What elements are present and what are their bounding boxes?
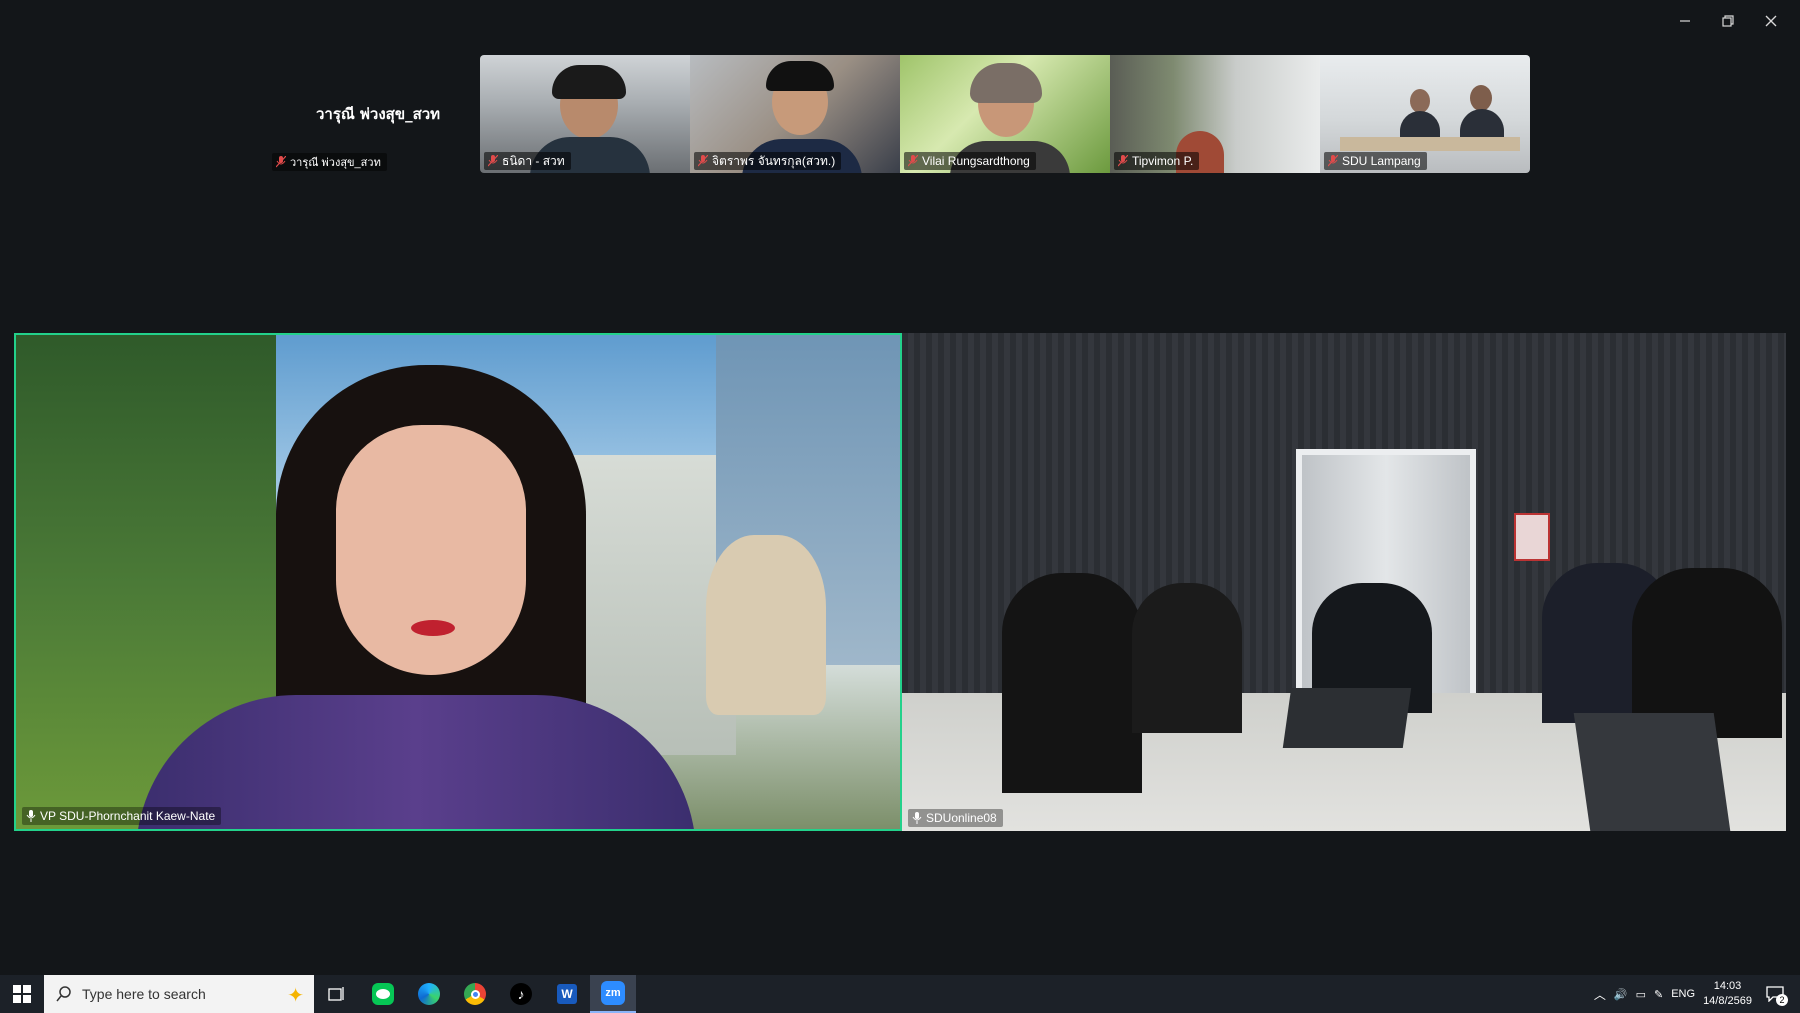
language-indicator[interactable]: ENG [1671, 988, 1695, 1000]
tiktok-icon: ♪ [510, 983, 532, 1005]
laptop [1573, 713, 1731, 831]
participant-tile[interactable]: ธนิดา - สวท [480, 55, 690, 173]
line-icon [372, 983, 394, 1005]
edge-icon [418, 983, 440, 1005]
windows-logo-icon [13, 985, 31, 1003]
window-controls [1663, 8, 1792, 34]
participant-name-tag: Vilai Rungsardthong [904, 152, 1036, 170]
mic-muted-icon [1328, 155, 1338, 167]
notification-badge: 2 [1776, 994, 1788, 1006]
participant-name: จิตราพร จันทรกุล(สวท.) [712, 153, 836, 168]
speaker-lips [411, 620, 455, 636]
active-speaker-video[interactable]: VP SDU-Phornchanit Kaew-Nate [14, 333, 902, 831]
background-fountain [706, 535, 826, 715]
participant-name: Vilai Rungsardthong [922, 154, 1030, 168]
participant-hair [552, 65, 626, 99]
speaker-name: VP SDU-Phornchanit Kaew-Nate [40, 809, 216, 823]
close-icon [1765, 15, 1776, 27]
participant-tile[interactable]: จิตราพร จันทรกุล(สวท.) [690, 55, 900, 173]
line-app-button[interactable] [360, 975, 406, 1013]
meeting-room-video[interactable]: SDUonline08 [902, 333, 1786, 831]
zoom-meeting-window: วารุณี พ่วงสุข_สวท วารุณี พ่วงสุข_สวท ธน… [0, 0, 1800, 975]
volume-icon[interactable]: 🔊 [1614, 988, 1628, 1001]
network-icon[interactable]: ▭ [1636, 988, 1646, 1001]
clock[interactable]: 14:03 14/8/2569 [1703, 979, 1752, 1009]
room-name: SDUonline08 [926, 811, 997, 825]
start-button[interactable] [0, 975, 44, 1013]
mic-icon [912, 812, 922, 824]
minimize-icon [1679, 20, 1690, 22]
laptop [1282, 688, 1412, 748]
participant-name: SDU Lampang [1342, 154, 1421, 168]
sparkle-icon: ✦ [287, 985, 304, 1007]
clock-time: 14:03 [1713, 980, 1742, 992]
speaker-face [336, 425, 526, 675]
zoom-app-button[interactable]: zm [590, 975, 636, 1013]
taskbar-search-box[interactable]: Type here to search ✦ [44, 975, 314, 1013]
notification-center-button[interactable]: 2 [1760, 986, 1790, 1006]
restore-icon [1721, 15, 1734, 27]
minimize-button[interactable] [1663, 8, 1706, 34]
participant-face [1470, 85, 1492, 111]
participant-name-tag: จิตราพร จันทรกุล(สวท.) [694, 152, 842, 170]
close-button[interactable] [1749, 8, 1792, 34]
mic-muted-icon [908, 155, 918, 167]
system-tray: ︿ 🔊 ▭ ✎ ENG 14:03 14/8/2569 2 [1594, 975, 1800, 1013]
restore-button[interactable] [1706, 8, 1749, 34]
room-sign [1514, 513, 1550, 561]
mic-icon [26, 810, 36, 822]
task-view-button[interactable] [314, 975, 360, 1013]
participant-name-tag: SDU Lampang [1324, 152, 1427, 170]
search-icon [56, 986, 71, 1002]
pen-icon[interactable]: ✎ [1654, 988, 1663, 1001]
attendee [1002, 573, 1142, 793]
room-name-tag: SDUonline08 [908, 809, 1003, 827]
speaker-name-tag: VP SDU-Phornchanit Kaew-Nate [22, 807, 222, 825]
attendee [1132, 583, 1242, 733]
participant-tile[interactable]: Tipvimon P. [1110, 55, 1320, 173]
search-placeholder: Type here to search [82, 986, 206, 1002]
participant-name-tag: Tipvimon P. [1114, 152, 1200, 170]
meeting-table [1340, 137, 1520, 151]
self-video-tile[interactable]: วารุณี พ่วงสุข_สวท [272, 153, 387, 171]
word-app-button[interactable]: W [544, 975, 590, 1013]
mic-muted-icon [276, 156, 286, 168]
participant-tile[interactable]: SDU Lampang [1320, 55, 1530, 173]
participant-tile[interactable]: Vilai Rungsardthong [900, 55, 1110, 173]
participant-name: Tipvimon P. [1132, 154, 1194, 168]
zoom-icon: zm [601, 981, 625, 1005]
participant-thumbnail-strip: ธนิดา - สวท จิตราพร จันทรกุล(สวท.) Vilai… [480, 55, 1530, 173]
windows-taskbar: Type here to search ✦ ♪ W zm ︿ 🔊 ▭ ✎ ENG… [0, 975, 1800, 1013]
mic-muted-icon [488, 155, 498, 167]
self-display-name: วารุณี พ่วงสุข_สวท [316, 105, 441, 123]
chevron-up-icon[interactable]: ︿ [1594, 986, 1606, 1003]
chrome-icon [464, 983, 486, 1005]
participant-name: ธนิดา - สวท [502, 153, 565, 168]
mic-muted-icon [698, 155, 708, 167]
tiktok-app-button[interactable]: ♪ [498, 975, 544, 1013]
task-view-icon [328, 987, 344, 1001]
chrome-app-button[interactable] [452, 975, 498, 1013]
participant-hair [766, 61, 834, 91]
edge-app-button[interactable] [406, 975, 452, 1013]
participant-name-tag: ธนิดา - สวท [484, 152, 571, 170]
participant-face [1410, 89, 1430, 113]
mic-muted-icon [1118, 155, 1128, 167]
clock-date: 14/8/2569 [1703, 995, 1752, 1007]
word-icon: W [557, 984, 577, 1004]
self-tag-label: วารุณี พ่วงสุข_สวท [290, 157, 381, 169]
